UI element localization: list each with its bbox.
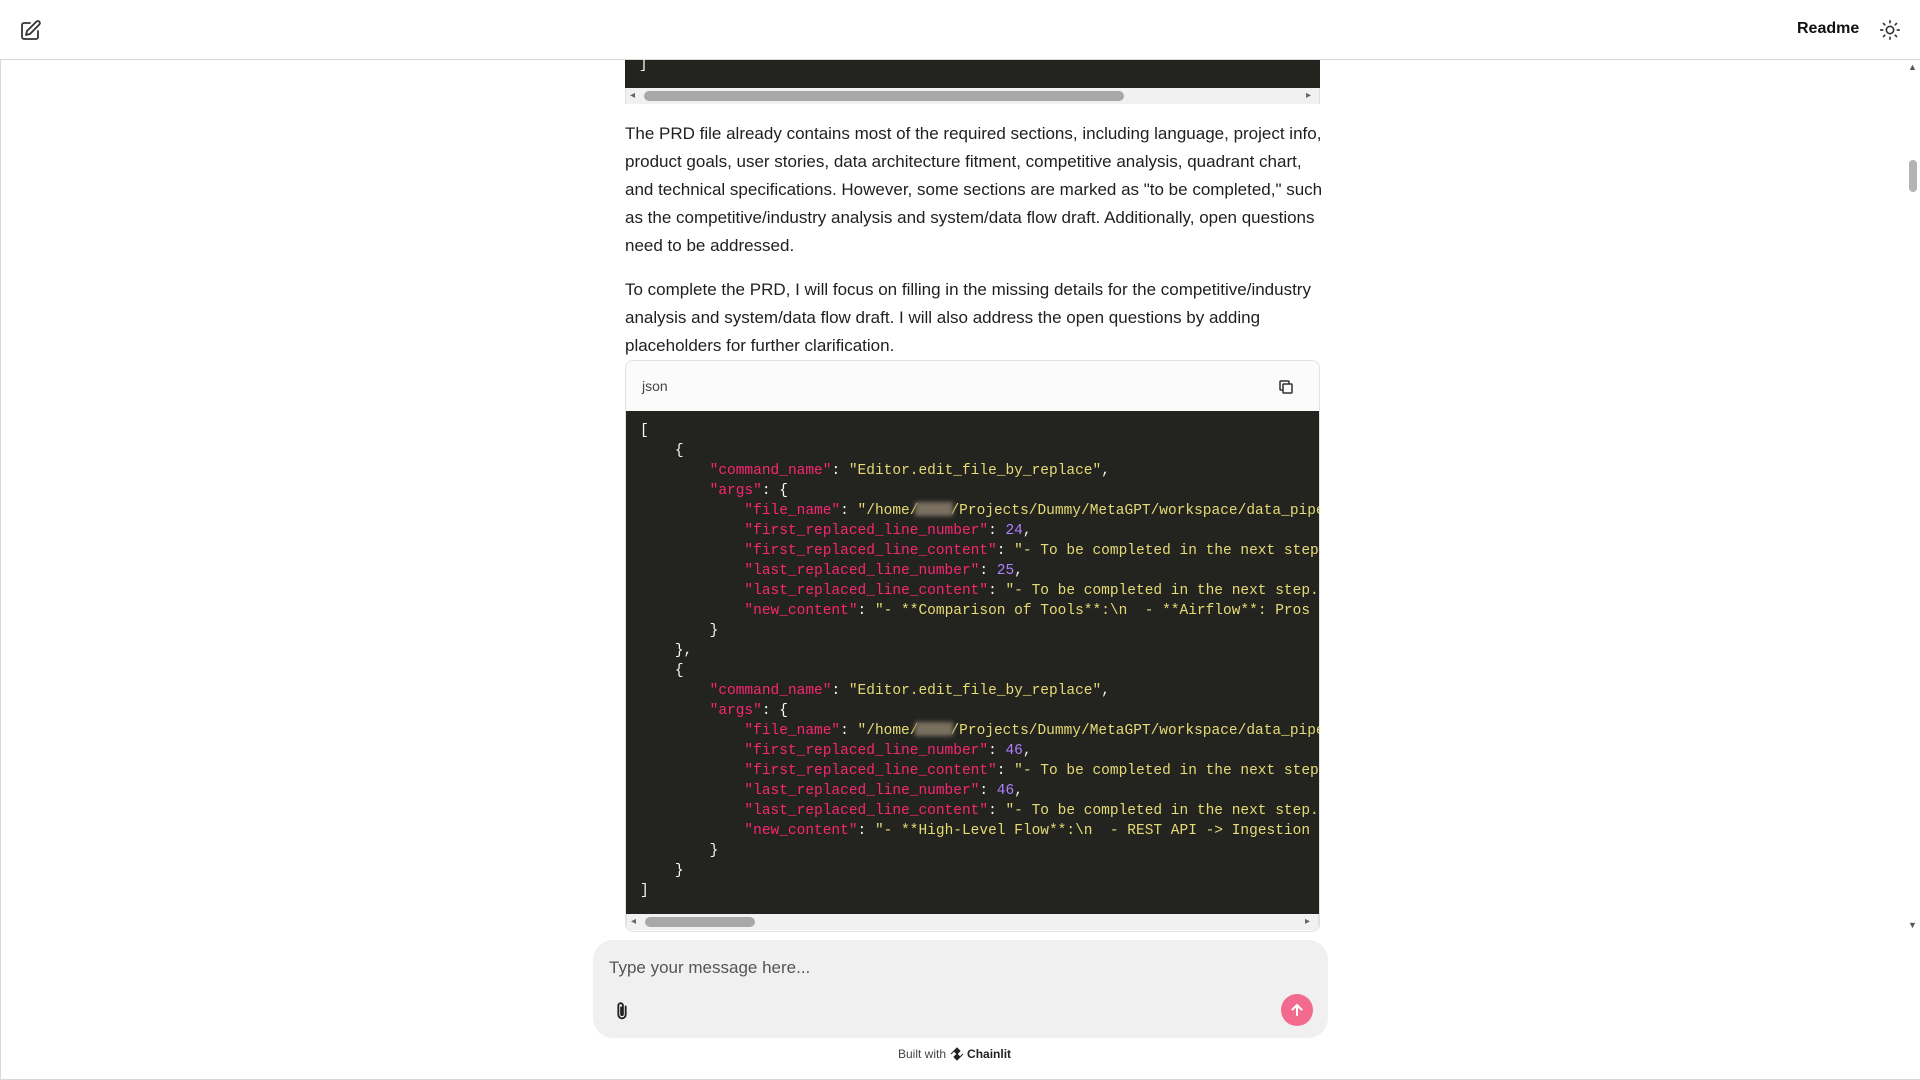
message-composer [593,940,1328,1038]
send-button[interactable] [1281,994,1313,1026]
code-block: json [ { "command_name": "Editor.edit_fi… [625,360,1320,932]
paperclip-icon[interactable] [611,1000,633,1022]
built-with-label: Built with [898,1047,947,1061]
scroll-left-icon[interactable]: ◂ [630,88,635,104]
new-chat-icon[interactable] [18,19,42,43]
code-horizontal-scrollbar[interactable]: ◂ ▸ [626,914,1319,930]
page-scrollbar-thumb[interactable] [1909,160,1917,192]
built-with-footer[interactable]: Built with Chainlit [898,1047,1011,1061]
scroll-right-icon[interactable]: ▸ [1306,88,1311,104]
copy-icon[interactable] [1277,378,1295,396]
redacted-username [915,722,954,736]
chainlit-brand: Chainlit [967,1047,1012,1061]
top-header: Readme [0,0,1920,60]
code-language-label: json [642,378,668,394]
previous-code-block: ] [625,57,1320,88]
chainlit-logo-icon [950,1047,964,1061]
scrollbar-thumb[interactable] [644,91,1124,101]
scroll-right-icon[interactable]: ▸ [1305,914,1310,930]
message-input[interactable] [607,952,1291,984]
redacted-username [915,502,954,516]
readme-button[interactable]: Readme [1797,20,1859,38]
scrollbar-thumb[interactable] [645,917,755,927]
scroll-left-icon[interactable]: ◂ [631,914,636,930]
code-content: [ { "command_name": "Editor.edit_file_by… [626,411,1320,914]
assistant-message-paragraph: The PRD file already contains most of th… [625,124,1323,255]
arrow-up-icon [1291,1004,1303,1016]
json-code: [ { "command_name": "Editor.edit_file_by… [640,423,1320,899]
scroll-up-icon[interactable]: ▲ [1908,62,1917,72]
code-line: ] [639,57,648,73]
sun-icon[interactable] [1879,19,1901,41]
assistant-message-paragraph: To complete the PRD, I will focus on fil… [625,280,1311,355]
page-scrollbar[interactable]: ▲ ▼ [1906,60,1920,932]
code-block-header: json [626,361,1319,411]
code-horizontal-scrollbar[interactable]: ◂ ▸ [625,88,1320,104]
scroll-down-icon[interactable]: ▼ [1908,920,1917,930]
